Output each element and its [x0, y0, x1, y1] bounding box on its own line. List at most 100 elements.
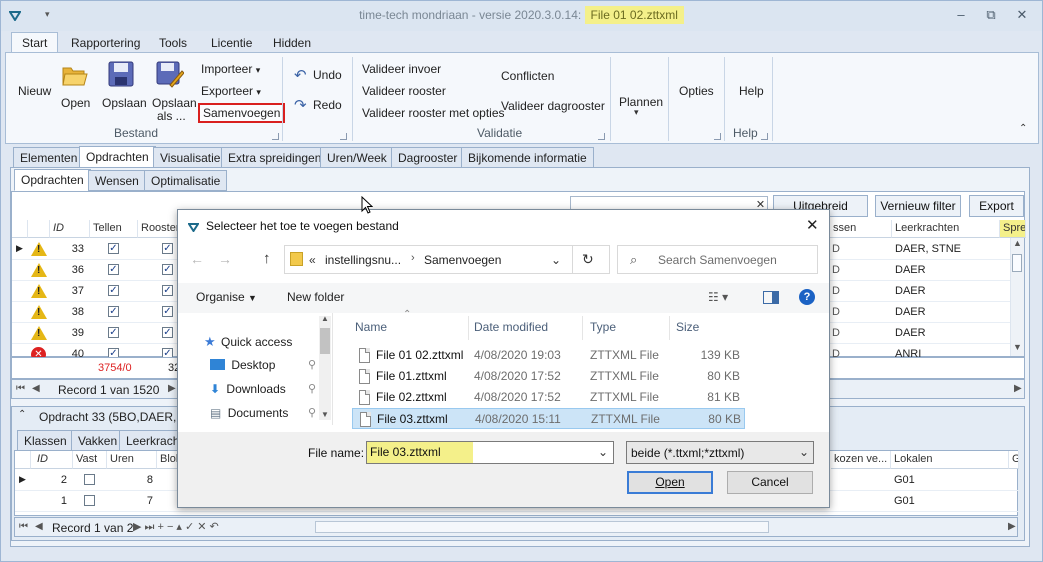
scroll-right-icon[interactable]: ▶ — [1014, 383, 1022, 394]
next-record-icon[interactable]: ▶ — [168, 383, 176, 394]
subtab-optimalisatie[interactable]: Optimalisatie — [144, 170, 228, 191]
column-header-leerkrachten[interactable]: Leerkrachten — [892, 220, 1000, 238]
scroll-thumb[interactable] — [1012, 254, 1022, 272]
column-name[interactable]: Name — [355, 320, 387, 334]
column-header-lessen[interactable]: ssen — [830, 220, 892, 238]
validate-schedule-button[interactable]: Valideer rooster — [362, 84, 446, 98]
file-row[interactable]: File 01 02.zttxml 4/08/2020 19:03 ZTTXML F… — [352, 345, 745, 366]
help-icon[interactable]: ? — [799, 289, 815, 305]
nav-scrollbar[interactable]: ▲ ▼ — [319, 314, 331, 420]
detail-tab-klassen[interactable]: Klassen — [17, 430, 74, 451]
path-prefix[interactable]: « — [309, 253, 316, 267]
column-size[interactable]: Size — [676, 320, 699, 334]
undo-button[interactable]: Undo — [313, 68, 342, 82]
up-arrow-icon[interactable]: ↑ — [263, 250, 271, 267]
open-button-dialog[interactable]: Open — [627, 471, 713, 494]
first-record-icon[interactable]: ⏮ — [16, 383, 25, 394]
redo-icon[interactable]: ↷ — [294, 96, 307, 114]
rooster-checkbox[interactable]: ✓ — [162, 327, 173, 338]
close-window-button[interactable]: ✕ — [1013, 7, 1031, 23]
nav-controls-icon[interactable]: ▶ ⏭ + − ▴ ✓ ✕ ↶ — [133, 520, 219, 534]
nav-downloads[interactable]: ⬇ Downloads ⚲ — [210, 382, 316, 396]
conflicts-button[interactable]: Conflicten — [501, 69, 554, 83]
group-launcher-icon[interactable] — [598, 133, 605, 140]
ribbon-tab-start[interactable]: Start — [11, 32, 59, 54]
save-as-icon[interactable] — [156, 61, 185, 92]
horizontal-scrollbar[interactable] — [315, 521, 769, 533]
rooster-checkbox[interactable]: ✓ — [162, 285, 173, 296]
view-options-icon[interactable]: ☷ ▾ — [708, 290, 728, 304]
save-as-label-2[interactable]: als ... — [157, 109, 186, 123]
tellen-checkbox[interactable]: ✓ — [108, 327, 119, 338]
detail-header-vast[interactable]: Vast — [73, 451, 107, 469]
chevron-down-icon[interactable]: ▾ — [634, 107, 639, 118]
detail-header-gekozen[interactable]: kozen ve... — [831, 451, 891, 469]
subtab-wensen[interactable]: Wensen — [88, 170, 146, 191]
pin-icon[interactable]: ⚲ — [308, 382, 316, 395]
ribbon-tab-licentie[interactable]: Licentie — [201, 33, 262, 53]
tab-extra-spreidingen[interactable]: Extra spreidingen — [221, 147, 329, 168]
undo-icon[interactable]: ↶ — [294, 66, 307, 84]
tab-visualisatie[interactable]: Visualisatie — [153, 147, 228, 168]
pin-icon[interactable]: ⚲ — [308, 358, 316, 371]
search-box[interactable]: ⌕ Search Samenvoegen — [617, 245, 818, 274]
new-folder-button[interactable]: New folder — [287, 290, 344, 304]
scroll-down-icon[interactable]: ▼ — [1013, 342, 1022, 352]
open-folder-icon[interactable] — [62, 63, 88, 90]
validate-input-button[interactable]: Valideer invoer — [362, 62, 441, 76]
back-arrow-icon[interactable]: ← — [190, 251, 204, 267]
organise-button[interactable]: Organise ▼ — [196, 290, 257, 304]
open-button[interactable]: Open — [61, 96, 90, 110]
scroll-up-icon[interactable]: ▲ — [1013, 238, 1022, 248]
tellen-checkbox[interactable]: ✓ — [108, 264, 119, 275]
tab-elementen[interactable]: Elementen — [13, 147, 85, 168]
group-launcher-icon[interactable] — [340, 133, 347, 140]
detail-header-uren[interactable]: Uren — [107, 451, 157, 469]
tellen-checkbox[interactable]: ✓ — [108, 306, 119, 317]
tab-bijkomende-informatie[interactable]: Bijkomende informatie — [461, 147, 594, 168]
ribbon-tab-hidden[interactable]: Hidden — [263, 33, 321, 53]
ribbon-tab-rapportering[interactable]: Rapportering — [61, 33, 150, 53]
save-as-label-1[interactable]: Opslaan — [152, 96, 197, 110]
new-button[interactable]: Nieuw — [18, 84, 51, 98]
redo-button[interactable]: Redo — [313, 98, 342, 112]
collapse-ribbon-icon[interactable]: ⌃ — [1019, 123, 1027, 134]
rooster-checkbox[interactable]: ✓ — [162, 243, 173, 254]
column-header-rooster[interactable]: Rooster — [138, 220, 178, 238]
nav-quick-access[interactable]: ★ Quick access — [204, 334, 292, 350]
rooster-checkbox[interactable]: ✓ — [162, 306, 173, 317]
merge-button[interactable]: Samenvoegen — [198, 103, 286, 123]
file-row[interactable]: File 01.zttxml 4/08/2020 17:52 ZTTXML File… — [352, 366, 745, 387]
options-button[interactable]: Opties — [679, 84, 714, 98]
group-launcher-icon[interactable] — [272, 133, 279, 140]
path-segment-1[interactable]: instellingsnu... — [325, 253, 401, 267]
path-segment-2[interactable]: Samenvoegen — [424, 253, 501, 267]
refresh-icon[interactable]: ↻ — [582, 251, 594, 268]
detail-header-id[interactable]: ID — [31, 451, 73, 469]
filter-select[interactable]: beide (*.ttxml;*zttxml) ⌄ — [626, 441, 814, 464]
column-header-sprei[interactable]: Sprei — [1000, 220, 1026, 238]
tellen-checkbox[interactable]: ✓ — [108, 243, 119, 254]
detail-tab-vakken[interactable]: Vakken — [71, 430, 125, 451]
scroll-right-icon[interactable]: ▶ — [1008, 521, 1016, 532]
tab-uren-week[interactable]: Uren/Week — [320, 147, 394, 168]
nav-documents[interactable]: ▤ Documents ⚲ — [210, 406, 316, 420]
import-button[interactable]: Importeer ▾ — [201, 62, 260, 76]
nav-scroll-thumb[interactable] — [320, 328, 330, 354]
column-header-tellen[interactable]: Tellen — [90, 220, 138, 238]
validate-day-button[interactable]: Valideer dagrooster — [501, 99, 605, 113]
vast-checkbox[interactable] — [84, 495, 95, 506]
export-button[interactable]: Exporteer ▾ — [201, 84, 261, 98]
save-disk-icon[interactable] — [108, 61, 134, 90]
refresh-filter-button[interactable]: Vernieuw filter — [875, 195, 961, 217]
first-record-icon[interactable]: ⏮ — [19, 521, 28, 532]
chevron-down-icon[interactable]: ⌄ — [598, 445, 608, 459]
forward-arrow-icon[interactable]: → — [218, 251, 232, 267]
vast-checkbox[interactable] — [84, 474, 95, 485]
collapse-detail-icon[interactable]: ⌃ — [18, 409, 26, 420]
detail-header-blok[interactable]: Blok — [157, 451, 179, 469]
filename-input[interactable]: File 03.zttxml ⌄ — [366, 441, 614, 464]
tab-dagrooster[interactable]: Dagrooster — [391, 147, 465, 168]
group-launcher-icon[interactable] — [761, 133, 768, 140]
ribbon-tab-tools[interactable]: Tools — [149, 33, 197, 53]
